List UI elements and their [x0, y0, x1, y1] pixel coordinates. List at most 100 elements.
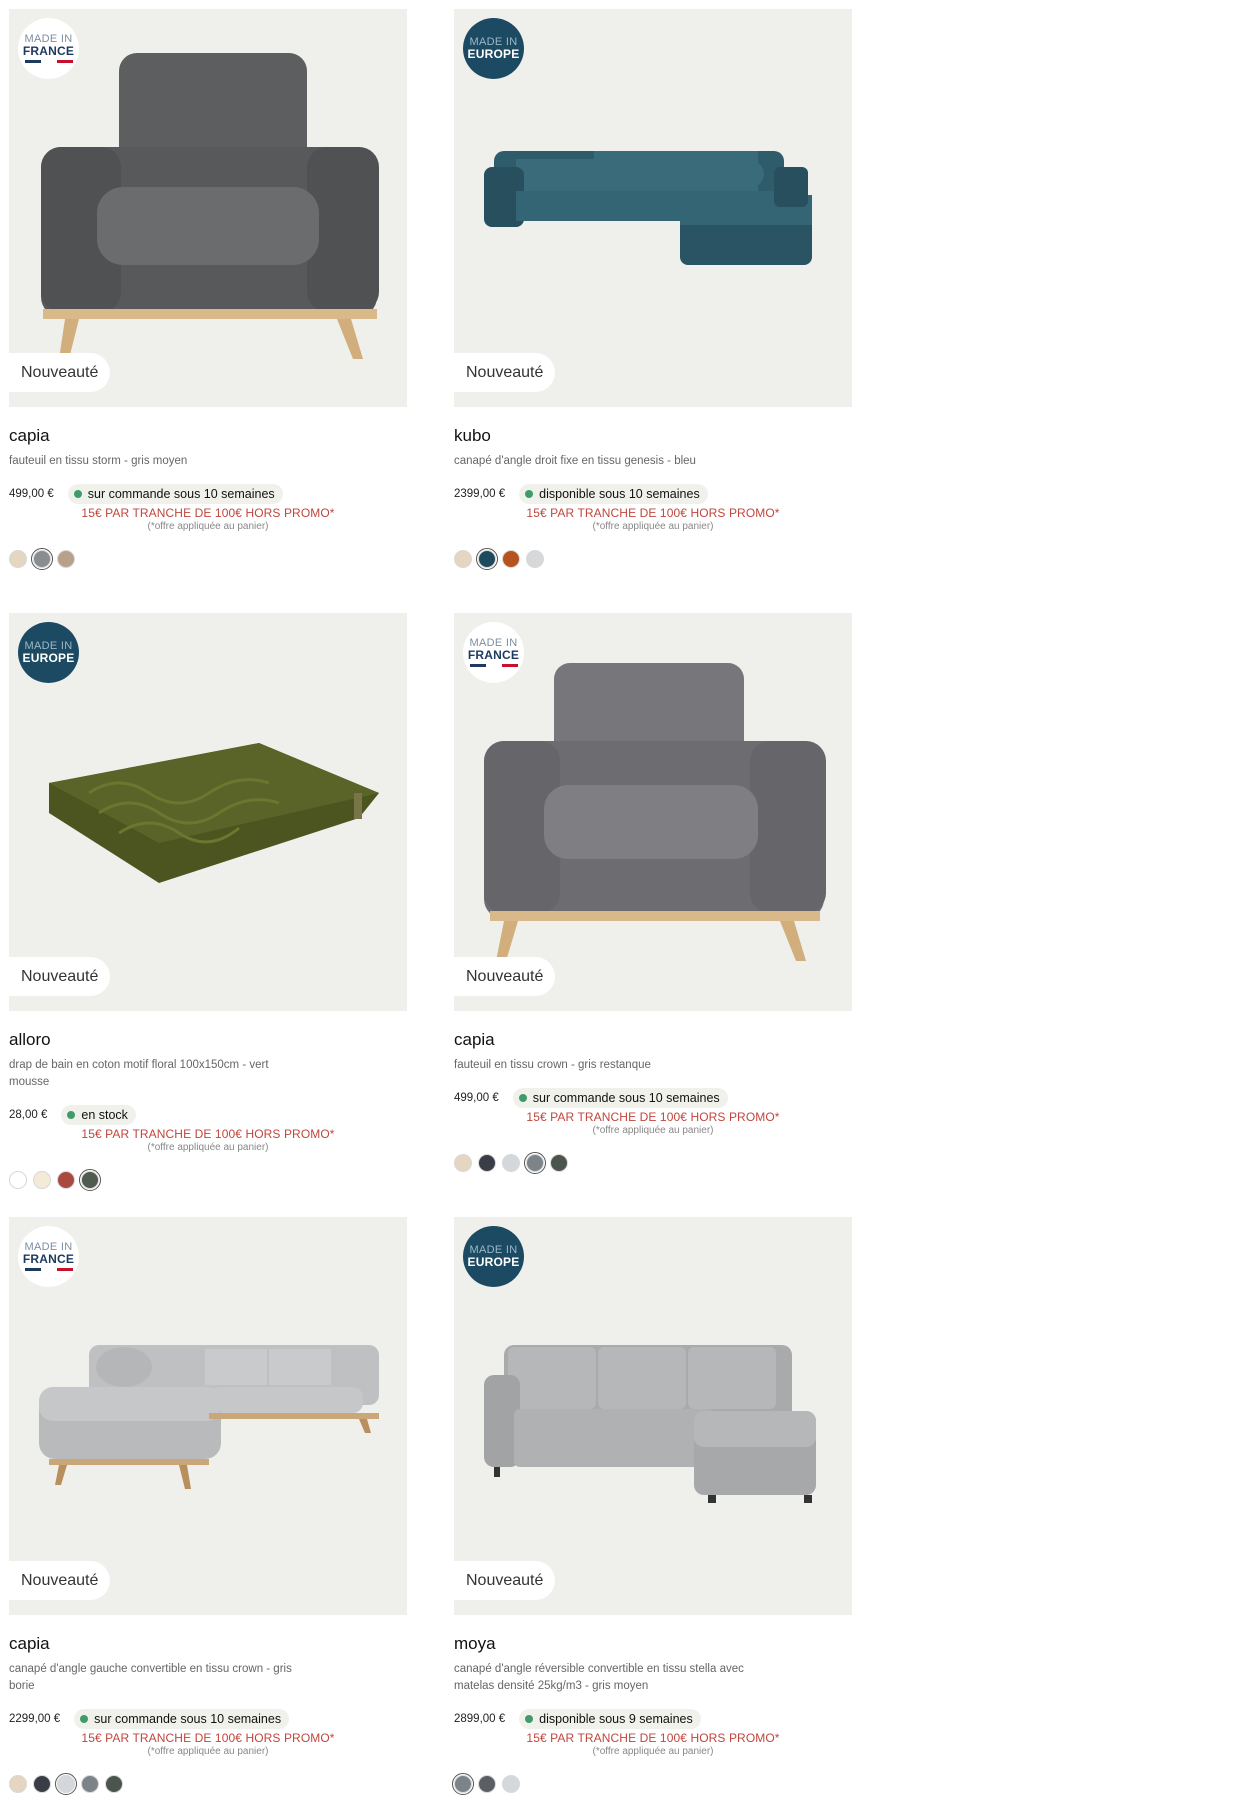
made-in-europe-badge: MADE IN EUROPE — [463, 18, 524, 79]
product-description: drap de bain en coton motif floral 100x1… — [9, 1059, 269, 1088]
color-swatch[interactable] — [524, 1152, 546, 1174]
availability-dot-icon — [518, 1094, 527, 1102]
color-swatches — [452, 1773, 852, 1795]
product-image[interactable]: MADE IN EUROPE Nouveauté — [454, 1217, 852, 1615]
made-in-country: EUROPE — [22, 650, 75, 665]
availability-badge: sur commande sous 10 semaines — [512, 1088, 728, 1108]
color-swatch[interactable] — [454, 550, 472, 568]
color-swatch[interactable] — [31, 548, 53, 570]
french-flag-icon — [24, 1268, 73, 1271]
product-price: 28,00 € — [9, 1109, 48, 1121]
new-badge: Nouveauté — [454, 353, 556, 392]
color-swatch[interactable] — [79, 1169, 101, 1191]
color-swatch[interactable] — [33, 1775, 51, 1793]
color-swatch[interactable] — [33, 1171, 51, 1189]
price-row: 28,00 € en stock — [9, 1105, 407, 1125]
color-swatch[interactable] — [526, 550, 544, 568]
availability-text: disponible sous 10 semaines — [539, 487, 700, 501]
made-in-label: MADE IN — [469, 35, 518, 48]
promo-note: (*offre appliquée au panier) — [592, 1125, 714, 1136]
product-description: canapé d'angle droit fixe en tissu genes… — [454, 455, 696, 467]
product-name[interactable]: capia — [454, 1029, 852, 1051]
new-badge: Nouveauté — [9, 957, 111, 996]
made-in-country: FRANCE — [22, 1252, 75, 1266]
product-name[interactable]: alloro — [9, 1029, 407, 1051]
color-swatch[interactable] — [55, 1773, 77, 1795]
made-in-country: FRANCE — [22, 44, 75, 58]
color-swatch[interactable] — [502, 1775, 520, 1793]
product-name[interactable]: capia — [9, 425, 407, 447]
availability-text: sur commande sous 10 semaines — [94, 1712, 282, 1726]
product-price: 499,00 € — [9, 488, 54, 500]
color-swatches — [9, 548, 407, 570]
price-row: 2299,00 € sur commande sous 10 semaines — [9, 1709, 407, 1729]
product-card[interactable]: MADE IN FRANCE Nouveauté capia fauteuil … — [9, 9, 407, 570]
product-name[interactable]: moya — [454, 1633, 852, 1655]
product-name[interactable]: capia — [9, 1633, 407, 1655]
product-image[interactable]: MADE IN FRANCE Nouveauté — [9, 1217, 407, 1615]
made-in-france-badge: MADE IN FRANCE — [18, 18, 79, 79]
product-description: canapé d'angle gauche convertible en tis… — [9, 1663, 292, 1692]
availability-dot-icon — [525, 1715, 534, 1723]
color-swatch[interactable] — [57, 1171, 75, 1189]
color-swatch[interactable] — [105, 1775, 123, 1793]
color-swatch[interactable] — [452, 1773, 474, 1795]
made-in-europe-badge: MADE IN EUROPE — [18, 622, 79, 683]
availability-badge: disponible sous 10 semaines — [519, 484, 708, 504]
product-name[interactable]: kubo — [454, 425, 852, 447]
color-swatch[interactable] — [502, 550, 520, 568]
availability-badge: sur commande sous 10 semaines — [74, 1709, 290, 1729]
color-swatches — [9, 1773, 407, 1795]
product-card[interactable]: MADE IN EUROPE Nouveauté alloro drap de … — [9, 613, 407, 1191]
made-in-country: FRANCE — [467, 648, 520, 662]
product-description: fauteuil en tissu storm - gris moyen — [9, 455, 188, 467]
availability-dot-icon — [525, 490, 534, 498]
promo-text: 15€ PAR TRANCHE DE 100€ HORS PROMO* — [526, 1110, 780, 1124]
product-card[interactable]: MADE IN EUROPE Nouveauté moya canapé d'a… — [452, 1217, 852, 1795]
french-flag-icon — [469, 664, 518, 667]
french-flag-icon — [24, 60, 73, 63]
product-card[interactable]: MADE IN EUROPE Nouveauté kubo canapé d'a… — [454, 9, 852, 570]
availability-text: sur commande sous 10 semaines — [87, 487, 275, 501]
availability-badge: en stock — [61, 1105, 136, 1125]
product-image[interactable]: MADE IN FRANCE Nouveauté — [9, 9, 407, 407]
product-card[interactable]: MADE IN FRANCE Nouveauté capia fauteuil … — [454, 613, 852, 1174]
color-swatches — [9, 1169, 407, 1191]
product-card[interactable]: MADE IN FRANCE Nouveauté capia canapé d'… — [9, 1217, 407, 1795]
color-swatch[interactable] — [81, 1775, 99, 1793]
color-swatch[interactable] — [478, 1775, 496, 1793]
product-image[interactable]: MADE IN FRANCE Nouveauté — [454, 613, 852, 1011]
new-badge: Nouveauté — [9, 1561, 111, 1600]
color-swatches — [454, 548, 852, 570]
color-swatch[interactable] — [9, 1171, 27, 1189]
new-badge: Nouveauté — [9, 353, 111, 392]
color-swatch[interactable] — [57, 550, 75, 568]
product-description: fauteuil en tissu crown - gris restanque — [454, 1059, 651, 1071]
availability-badge: disponible sous 9 semaines — [519, 1709, 701, 1729]
made-in-france-badge: MADE IN FRANCE — [18, 1226, 79, 1287]
color-swatch[interactable] — [454, 1154, 472, 1172]
product-image[interactable]: MADE IN EUROPE Nouveauté — [454, 9, 852, 407]
color-swatch[interactable] — [9, 1775, 27, 1793]
product-price: 2299,00 € — [9, 1713, 61, 1725]
product-description: canapé d'angle réversible convertible en… — [454, 1663, 744, 1692]
new-badge: Nouveauté — [454, 957, 556, 996]
availability-dot-icon — [80, 1715, 89, 1723]
color-swatch[interactable] — [9, 550, 27, 568]
new-badge: Nouveauté — [454, 1561, 556, 1600]
color-swatch[interactable] — [550, 1154, 568, 1172]
color-swatch[interactable] — [478, 1154, 496, 1172]
product-image[interactable]: MADE IN EUROPE Nouveauté — [9, 613, 407, 1011]
promo-text: 15€ PAR TRANCHE DE 100€ HORS PROMO* — [526, 506, 780, 520]
made-in-label: MADE IN — [24, 639, 73, 652]
product-price: 2899,00 € — [454, 1713, 506, 1725]
color-swatch[interactable] — [502, 1154, 520, 1172]
made-in-france-badge: MADE IN FRANCE — [463, 622, 524, 683]
promo-note: (*offre appliquée au panier) — [147, 521, 269, 532]
promo-note: (*offre appliquée au panier) — [592, 1746, 714, 1757]
promo-note: (*offre appliquée au panier) — [147, 1142, 269, 1153]
color-swatch[interactable] — [476, 548, 498, 570]
availability-badge: sur commande sous 10 semaines — [67, 484, 283, 504]
price-row: 2899,00 € disponible sous 9 semaines — [454, 1709, 852, 1729]
promo-note: (*offre appliquée au panier) — [592, 521, 714, 532]
